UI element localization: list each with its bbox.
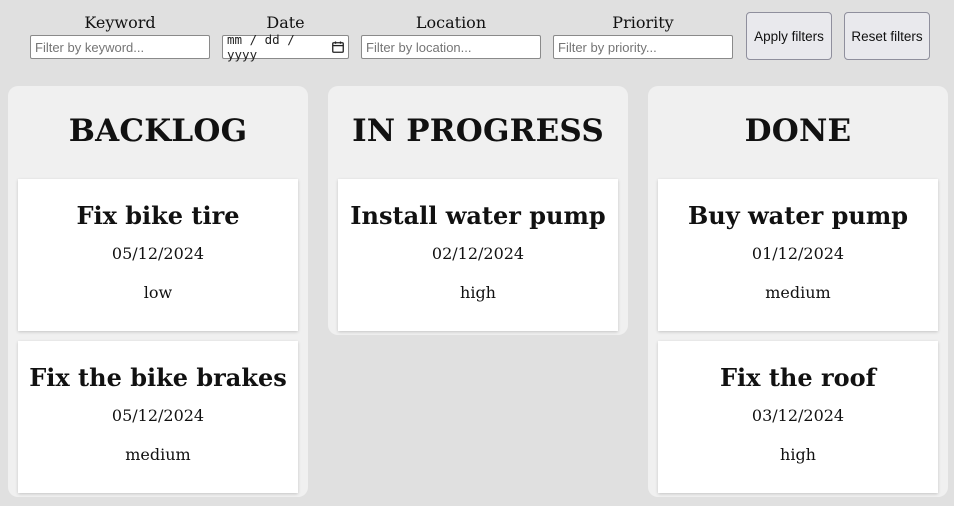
priority-filter: Priority	[553, 14, 733, 59]
task-card[interactable]: Fix bike tire 05/12/2024 low	[18, 179, 298, 331]
apply-filters-button[interactable]: Apply filters	[746, 12, 832, 60]
task-card[interactable]: Fix the roof 03/12/2024 high	[658, 341, 938, 493]
reset-filters-button[interactable]: Reset filters	[844, 12, 930, 60]
card-priority: high	[780, 445, 816, 464]
column-title: DONE	[744, 113, 852, 149]
card-title: Fix the roof	[720, 363, 876, 392]
date-input[interactable]: mm / dd / yyyy	[222, 32, 349, 62]
card-title: Fix the bike brakes	[29, 363, 287, 392]
keyword-filter: Keyword	[30, 14, 210, 59]
card-date: 02/12/2024	[431, 244, 525, 263]
card-date: 01/12/2024	[751, 244, 845, 263]
column-done: DONE Buy water pump 01/12/2024 medium Fi…	[648, 86, 948, 497]
column-backlog: BACKLOG Fix bike tire 05/12/2024 low Fix…	[8, 86, 308, 497]
card-date: 05/12/2024	[111, 406, 205, 425]
location-label: Location	[415, 13, 487, 32]
card-title: Buy water pump	[687, 201, 908, 230]
column-in-progress: IN PROGRESS Install water pump 02/12/202…	[328, 86, 628, 335]
calendar-icon[interactable]	[332, 41, 344, 53]
card-priority: high	[460, 283, 496, 302]
card-priority: medium	[765, 283, 831, 302]
filter-bar: Keyword Date mm / dd / yyyy Location Pri…	[0, 0, 954, 80]
card-date: 05/12/2024	[111, 244, 205, 263]
priority-label: Priority	[612, 13, 674, 32]
date-label: Date	[266, 13, 305, 32]
card-title: Fix bike tire	[76, 201, 240, 230]
keyword-input[interactable]	[30, 35, 210, 59]
date-filter: Date mm / dd / yyyy	[222, 13, 349, 62]
keyword-label: Keyword	[84, 13, 156, 32]
task-card[interactable]: Fix the bike brakes 05/12/2024 medium	[18, 341, 298, 493]
card-date: 03/12/2024	[751, 406, 845, 425]
task-card[interactable]: Buy water pump 01/12/2024 medium	[658, 179, 938, 331]
column-title: BACKLOG	[68, 113, 248, 149]
task-card[interactable]: Install water pump 02/12/2024 high	[338, 179, 618, 331]
column-title: IN PROGRESS	[352, 113, 604, 149]
date-input-placeholder: mm / dd / yyyy	[227, 32, 295, 62]
priority-input[interactable]	[553, 35, 733, 59]
card-priority: low	[143, 283, 173, 302]
card-priority: medium	[125, 445, 191, 464]
card-title: Install water pump	[350, 201, 606, 230]
location-input[interactable]	[361, 35, 541, 59]
location-filter: Location	[361, 14, 541, 59]
